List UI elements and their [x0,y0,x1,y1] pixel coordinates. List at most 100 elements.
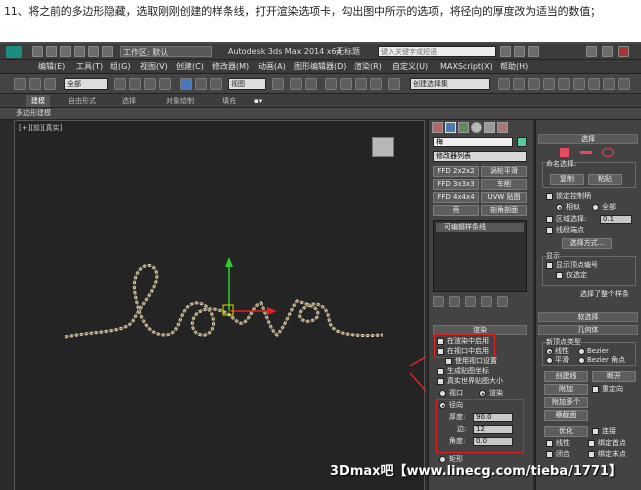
mod-uvw-button[interactable]: UVW 贴图 [481,192,527,203]
pivot-icon[interactable] [272,78,284,90]
thickness-spinner[interactable]: 90.0 [473,413,513,422]
workspace-dropdown[interactable]: 工作区: 默认 [120,46,212,57]
ribbon-options-icon[interactable]: ▪▾ [254,95,262,107]
paste-button[interactable]: 粘贴 [588,174,622,185]
area-selection-spinner[interactable]: 0.1 [600,215,632,224]
stack-item-editable-spline[interactable]: 可编辑样条线 [436,223,524,232]
menu-edit[interactable]: 编辑(E) [38,61,65,73]
named-selection-dropdown[interactable]: 创建选择集 [410,78,490,90]
cmd-tab-create-icon[interactable] [432,122,443,133]
bind-last-checkbox[interactable] [588,451,595,458]
render-icon[interactable] [618,78,630,90]
object-color-swatch[interactable] [517,137,527,147]
edit-named-sel-icon[interactable] [388,78,400,90]
sides-spinner[interactable]: 12 [473,425,513,434]
renderer-radio[interactable] [479,390,486,397]
graphite-icon[interactable] [543,78,555,90]
spline-mode-icon[interactable] [602,148,614,157]
angle-snap-icon[interactable] [340,78,352,90]
ribbon-tab-selection[interactable]: 选择 [122,95,136,107]
front-viewport[interactable]: [+][前][真实] [14,120,426,490]
cmd-tab-display-icon[interactable] [484,122,495,133]
app-logo[interactable] [6,46,22,58]
project-icon[interactable] [102,46,113,57]
copy-button[interactable]: 复制 [550,174,584,185]
ribbon-tab-populate[interactable]: 填充 [222,95,236,107]
menu-help[interactable]: 帮助(H) [500,61,528,73]
rotate-icon[interactable] [195,78,207,90]
area-selection-checkbox[interactable] [546,216,553,223]
lock-handles-checkbox[interactable] [546,193,553,200]
attach-multiple-button[interactable]: 附加多个 [544,397,588,408]
create-line-button[interactable]: 创建线 [544,371,588,382]
configure-sets-icon[interactable] [497,296,508,307]
menu-maxscript[interactable]: MAXScript(X) [440,61,493,73]
generate-mapping-checkbox[interactable] [437,368,444,375]
cmd-tab-motion-icon[interactable] [471,122,482,133]
ribbon-tab-object-paint[interactable]: 对象绘制 [166,95,194,107]
redo-icon[interactable] [88,46,99,57]
spline-path[interactable] [64,263,384,339]
select-manipulate-icon[interactable] [290,78,302,90]
material-editor-icon[interactable] [588,78,600,90]
reorient-checkbox[interactable] [592,386,599,393]
help-icon[interactable] [528,46,539,57]
segment-end-checkbox[interactable] [546,227,553,234]
keyboard-shortcut-icon[interactable] [305,78,317,90]
closed-checkbox[interactable] [546,451,553,458]
mod-shell-button[interactable]: 壳 [433,205,479,216]
geometry-rollout-header[interactable]: 几何体 [538,325,638,335]
close-icon[interactable] [618,46,629,57]
snap-icon[interactable] [325,78,337,90]
object-name-field[interactable]: 梅 [433,137,513,147]
select-icon[interactable] [114,78,126,90]
modifier-list-dropdown[interactable]: 修改器列表 [433,151,527,162]
angle-spinner[interactable]: 0.0 [473,437,513,446]
reference-coord-dropdown[interactable]: 视图 [228,78,266,90]
vertex-mode-icon[interactable] [560,148,569,157]
link-icon[interactable] [44,78,56,90]
window-crossing-icon[interactable] [159,78,171,90]
cmd-tab-modify-icon[interactable] [445,122,456,133]
gizmo-y-arrow[interactable] [225,257,233,267]
menu-modifiers[interactable]: 修改器(M) [212,61,249,73]
segment-mode-icon[interactable] [580,151,592,154]
menu-animation[interactable]: 动画(A) [258,61,286,73]
spinner-snap-icon[interactable] [370,78,382,90]
rect-select-icon[interactable] [144,78,156,90]
modifier-stack[interactable]: 可编辑样条线 [433,220,527,292]
search-icon[interactable] [500,46,511,57]
align-icon[interactable] [513,78,525,90]
mirror-icon[interactable] [498,78,510,90]
refine-button[interactable]: 优化 [544,426,588,437]
real-world-map-checkbox[interactable] [437,378,444,385]
select-by-button[interactable]: 选择方式... [562,238,612,249]
linear-radio[interactable] [546,348,553,355]
scale-icon[interactable] [210,78,222,90]
curve-editor-icon[interactable] [558,78,570,90]
ribbon-poly-modeling[interactable]: 多边形建模 [16,108,51,119]
menu-customize[interactable]: 自定义(U) [392,61,428,73]
undo-icon[interactable] [74,46,85,57]
percent-snap-icon[interactable] [355,78,367,90]
mod-lathe-button[interactable]: 车削 [481,179,527,190]
star-icon[interactable] [514,46,525,57]
show-vertex-numbers-checkbox[interactable] [546,262,553,269]
bezier-radio[interactable] [578,348,585,355]
mod-ffd4-button[interactable]: FFD 4x4x4 [433,192,479,203]
only-selected-checkbox[interactable] [556,272,563,279]
ribbon-tab-freeform[interactable]: 自由形式 [68,95,96,107]
maximize-icon[interactable] [602,46,613,57]
layer-icon[interactable] [528,78,540,90]
viewport-radio[interactable] [439,390,446,397]
mod-bevel-profile-button[interactable]: 剖角剖面 [481,205,527,216]
cross-section-button[interactable]: 横截面 [544,410,588,421]
schematic-icon[interactable] [573,78,585,90]
connect-checkbox[interactable] [592,428,599,435]
menu-create[interactable]: 创建(C) [176,61,204,73]
pin-stack-icon[interactable] [433,296,444,307]
bezier-corner-radio[interactable] [578,357,585,364]
cmd-tab-hierarchy-icon[interactable] [458,122,469,133]
remove-modifier-icon[interactable] [481,296,492,307]
move-icon[interactable] [180,78,192,90]
